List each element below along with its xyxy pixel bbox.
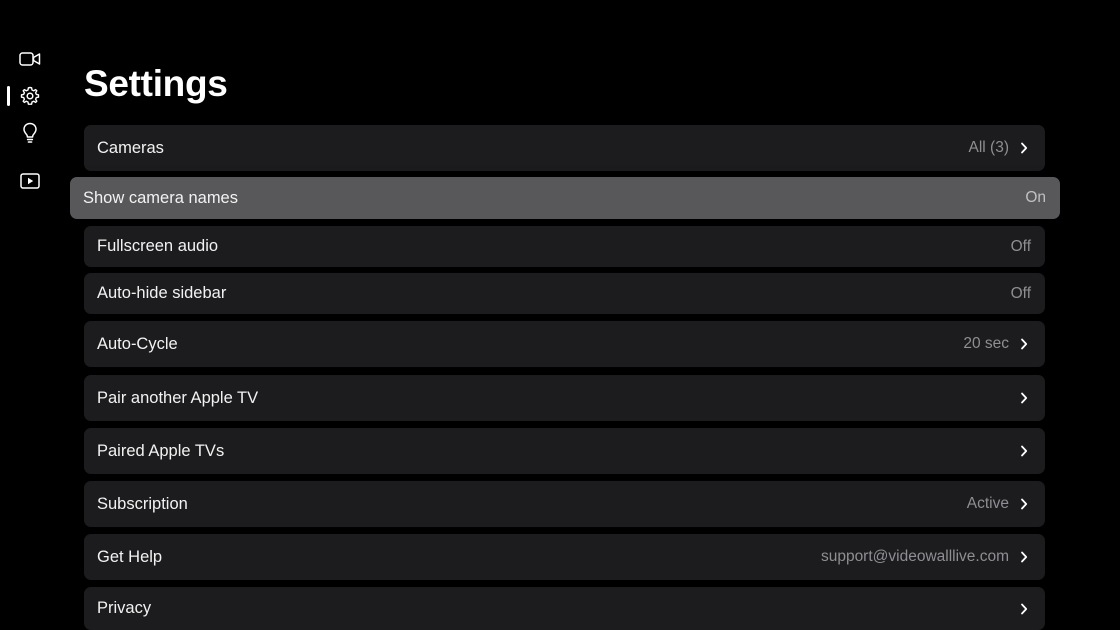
row-label: Paired Apple TVs [97, 441, 225, 460]
row-label: Privacy [97, 599, 152, 617]
sidebar-item-cameras[interactable] [19, 48, 41, 70]
row-label: Subscription [97, 494, 188, 513]
chevron-right-icon [1017, 602, 1031, 616]
row-label: Fullscreen audio [97, 237, 219, 255]
settings-row-auto-cycle[interactable]: Auto-Cycle 20 sec [84, 321, 1045, 367]
chevron-right-icon [1017, 497, 1031, 511]
gear-icon [20, 86, 40, 105]
settings-row-get-help[interactable]: Get Help support@videowalllive.com [84, 534, 1045, 580]
row-label: Auto-Cycle [97, 334, 178, 353]
sidebar-item-tips[interactable] [19, 122, 41, 144]
settings-row-paired-apple-tvs[interactable]: Paired Apple TVs [84, 428, 1045, 474]
settings-row-fullscreen-audio[interactable]: Fullscreen audio Off [84, 226, 1045, 267]
chevron-right-icon [1017, 550, 1031, 564]
settings-row-cameras[interactable]: Cameras All (3) [84, 125, 1045, 171]
row-value: Off [1010, 237, 1031, 255]
row-value: Active [966, 495, 1009, 512]
chevron-right-icon [1017, 337, 1031, 351]
settings-row-auto-hide-sidebar[interactable]: Auto-hide sidebar Off [84, 273, 1045, 314]
row-value: On [1025, 189, 1046, 206]
settings-row-privacy[interactable]: Privacy [84, 587, 1045, 630]
sidebar-item-videos[interactable] [19, 170, 41, 192]
row-value: Off [1010, 284, 1031, 302]
settings-row-show-camera-names[interactable]: Show camera names On [70, 177, 1060, 219]
page-title: Settings [84, 63, 228, 104]
play-icon [20, 173, 40, 189]
chevron-right-icon [1017, 141, 1031, 155]
sidebar-item-settings[interactable] [19, 85, 41, 107]
row-label: Show camera names [83, 188, 238, 207]
settings-row-subscription[interactable]: Subscription Active [84, 481, 1045, 527]
chevron-right-icon [1017, 391, 1031, 405]
row-value: All (3) [968, 139, 1009, 156]
row-label: Pair another Apple TV [97, 388, 259, 407]
chevron-right-icon [1017, 444, 1031, 458]
row-value: 20 sec [963, 335, 1009, 352]
row-label: Auto-hide sidebar [97, 284, 227, 302]
lightbulb-icon [23, 122, 37, 143]
sidebar-selection-indicator [7, 86, 10, 106]
video-camera-icon [19, 52, 41, 66]
row-label: Get Help [97, 547, 163, 566]
sidebar [0, 0, 60, 630]
settings-screen: Settings Cameras All (3) Show camera nam… [0, 0, 1120, 630]
settings-row-pair-apple-tv[interactable]: Pair another Apple TV [84, 375, 1045, 421]
row-label: Cameras [97, 138, 164, 157]
row-value: support@videowalllive.com [820, 548, 1009, 565]
